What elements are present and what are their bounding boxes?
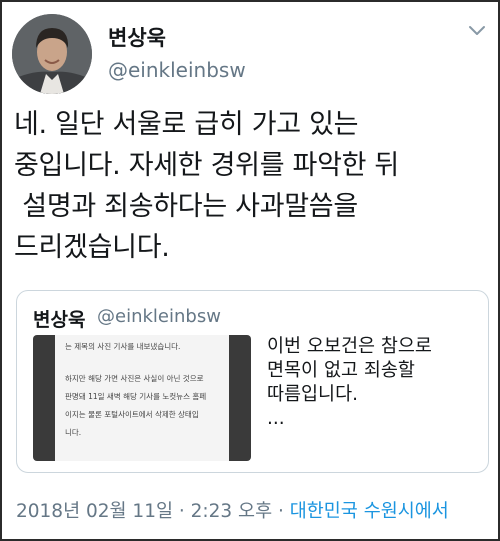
author-name[interactable]: 변상욱 — [108, 22, 166, 52]
quoted-image[interactable]: 는 제목의 사진 기사를 내보냈습니다. 하지만 해당 가면 사진은 사실이 아… — [33, 335, 251, 461]
quoted-text-line: 면목이 없고 죄송할 — [267, 360, 415, 381]
timestamp[interactable]: 2018년 02월 11일 · 2:23 오후 · — [16, 501, 284, 522]
location-link[interactable]: 대한민국 수원시에서 — [290, 501, 449, 522]
tweet-card: 변상욱 @einkleinbsw 네. 일단 서울로 급히 가고 있는 중입니다… — [0, 0, 500, 541]
quoted-text-line: ... — [267, 408, 285, 429]
quoted-text-line: 이번 오보건은 참으로 — [267, 336, 432, 357]
quoted-author-handle: @einkleinbsw — [97, 306, 221, 327]
quoted-text: 이번 오보건은 참으로 면목이 없고 죄송할 따름입니다. ... — [267, 335, 482, 431]
quoted-image-text-line: 하지만 해당 가면 사진은 사실이 아닌 것으로 — [65, 374, 204, 383]
avatar[interactable] — [12, 14, 92, 94]
quoted-tweet[interactable]: 변상욱 @einkleinbsw 는 제목의 사진 기사를 내보냈습니다. 하지… — [16, 290, 489, 473]
tweet-text: 네. 일단 서울로 급히 가고 있는 중입니다. 자세한 경위를 파악한 뒤 설… — [14, 104, 492, 268]
quoted-image-text-line: 이지는 물론 포털사이트에서 삭제한 상태입 — [65, 410, 199, 419]
quoted-image-text-line: 니다. — [65, 428, 82, 437]
quoted-text-line: 따름입니다. — [267, 384, 358, 405]
tweet-text-line: 설명과 죄송하다는 사과말씀을 — [14, 191, 358, 222]
quoted-image-text-line: 는 제목의 사진 기사를 내보냈습니다. — [65, 342, 181, 351]
tweet-text-line: 중입니다. 자세한 경위를 파악한 뒤 — [14, 150, 399, 181]
quoted-author-name: 변상욱 — [33, 309, 86, 331]
author-handle[interactable]: @einkleinbsw — [108, 58, 246, 82]
tweet-text-line: 네. 일단 서울로 급히 가고 있는 — [14, 109, 359, 140]
chevron-down-icon[interactable] — [466, 22, 488, 40]
tweet-text-line: 드리겠습니다. — [14, 232, 170, 263]
tweet-meta: 2018년 02월 11일 · 2:23 오후 · 대한민국 수원시에서 — [16, 497, 449, 523]
quoted-image-text-line: 판명돼 11일 새벽 해당 기사를 노컷뉴스 홈페 — [65, 392, 207, 401]
